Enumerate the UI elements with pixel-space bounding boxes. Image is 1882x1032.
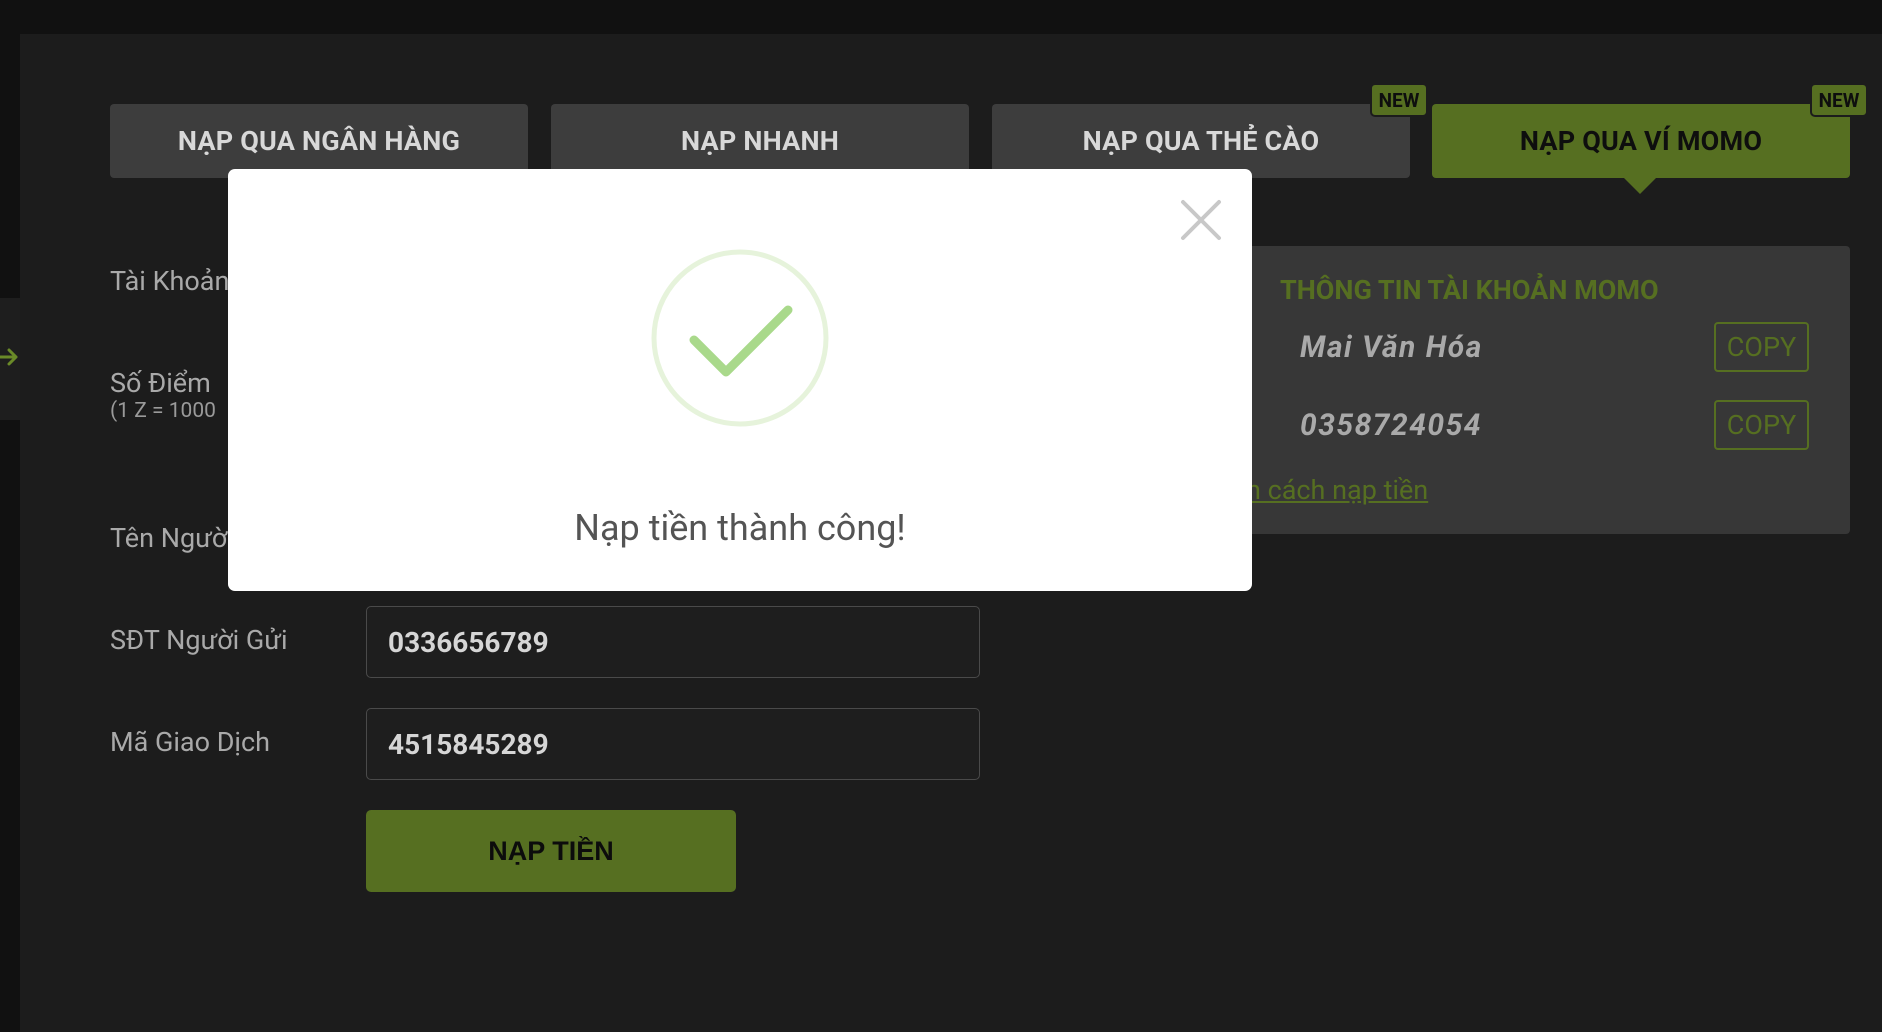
arrow-right-icon	[0, 348, 18, 366]
active-tab-pointer	[1624, 178, 1656, 194]
new-badge: NEW	[1810, 83, 1868, 117]
tab-label: NẠP QUA NGÂN HÀNG	[177, 125, 461, 157]
tab-bank[interactable]: NẠP QUA NGÂN HÀNG	[110, 104, 528, 178]
momo-info-title: THÔNG TIN TÀI KHOẢN MOMO	[1280, 274, 1659, 306]
transaction-code-label: Mã Giao Dịch	[110, 726, 270, 758]
transaction-code-input[interactable]: 4515845289	[366, 708, 980, 780]
success-modal: Nạp tiền thành công!	[228, 169, 1252, 591]
close-icon[interactable]	[1180, 199, 1222, 241]
new-badge: NEW	[1370, 83, 1428, 117]
copy-phone-button[interactable]: COPY	[1714, 400, 1809, 450]
momo-info-panel: THÔNG TIN TÀI KHOẢN MOMO : Mai Văn Hóa C…	[1232, 246, 1850, 534]
tab-momo[interactable]: NẠP QUA VÍ MOMO	[1432, 104, 1850, 178]
momo-account-name: Mai Văn Hóa	[1300, 330, 1483, 365]
tab-label: NẠP QUA VÍ MOMO	[1519, 125, 1763, 157]
success-message: Nạp tiền thành công!	[574, 507, 906, 549]
deposit-guide-link[interactable]: n cách nạp tiền	[1246, 474, 1428, 506]
copy-name-button[interactable]: COPY	[1714, 322, 1809, 372]
points-label: Số Điểm	[110, 367, 211, 399]
tab-label: NẠP NHANH	[681, 125, 839, 157]
sender-name-label: Tên Người	[110, 522, 234, 554]
checkmark-icon	[651, 249, 829, 427]
deposit-button[interactable]: NẠP TIỀN	[366, 810, 736, 892]
sender-phone-input[interactable]: 0336656789	[366, 606, 980, 678]
side-toggle[interactable]	[0, 298, 20, 420]
points-note: (1 Z = 1000	[110, 399, 216, 423]
tab-quick[interactable]: NẠP NHANH	[551, 104, 969, 178]
sender-phone-label: SĐT Người Gửi	[110, 624, 288, 656]
tab-label: NẠP QUA THẺ CÀO	[1082, 125, 1320, 157]
account-label: Tài Khoản	[110, 265, 230, 297]
tab-scratch-card[interactable]: NẠP QUA THẺ CÀO	[992, 104, 1410, 178]
momo-account-phone: 0358724054	[1300, 408, 1482, 443]
